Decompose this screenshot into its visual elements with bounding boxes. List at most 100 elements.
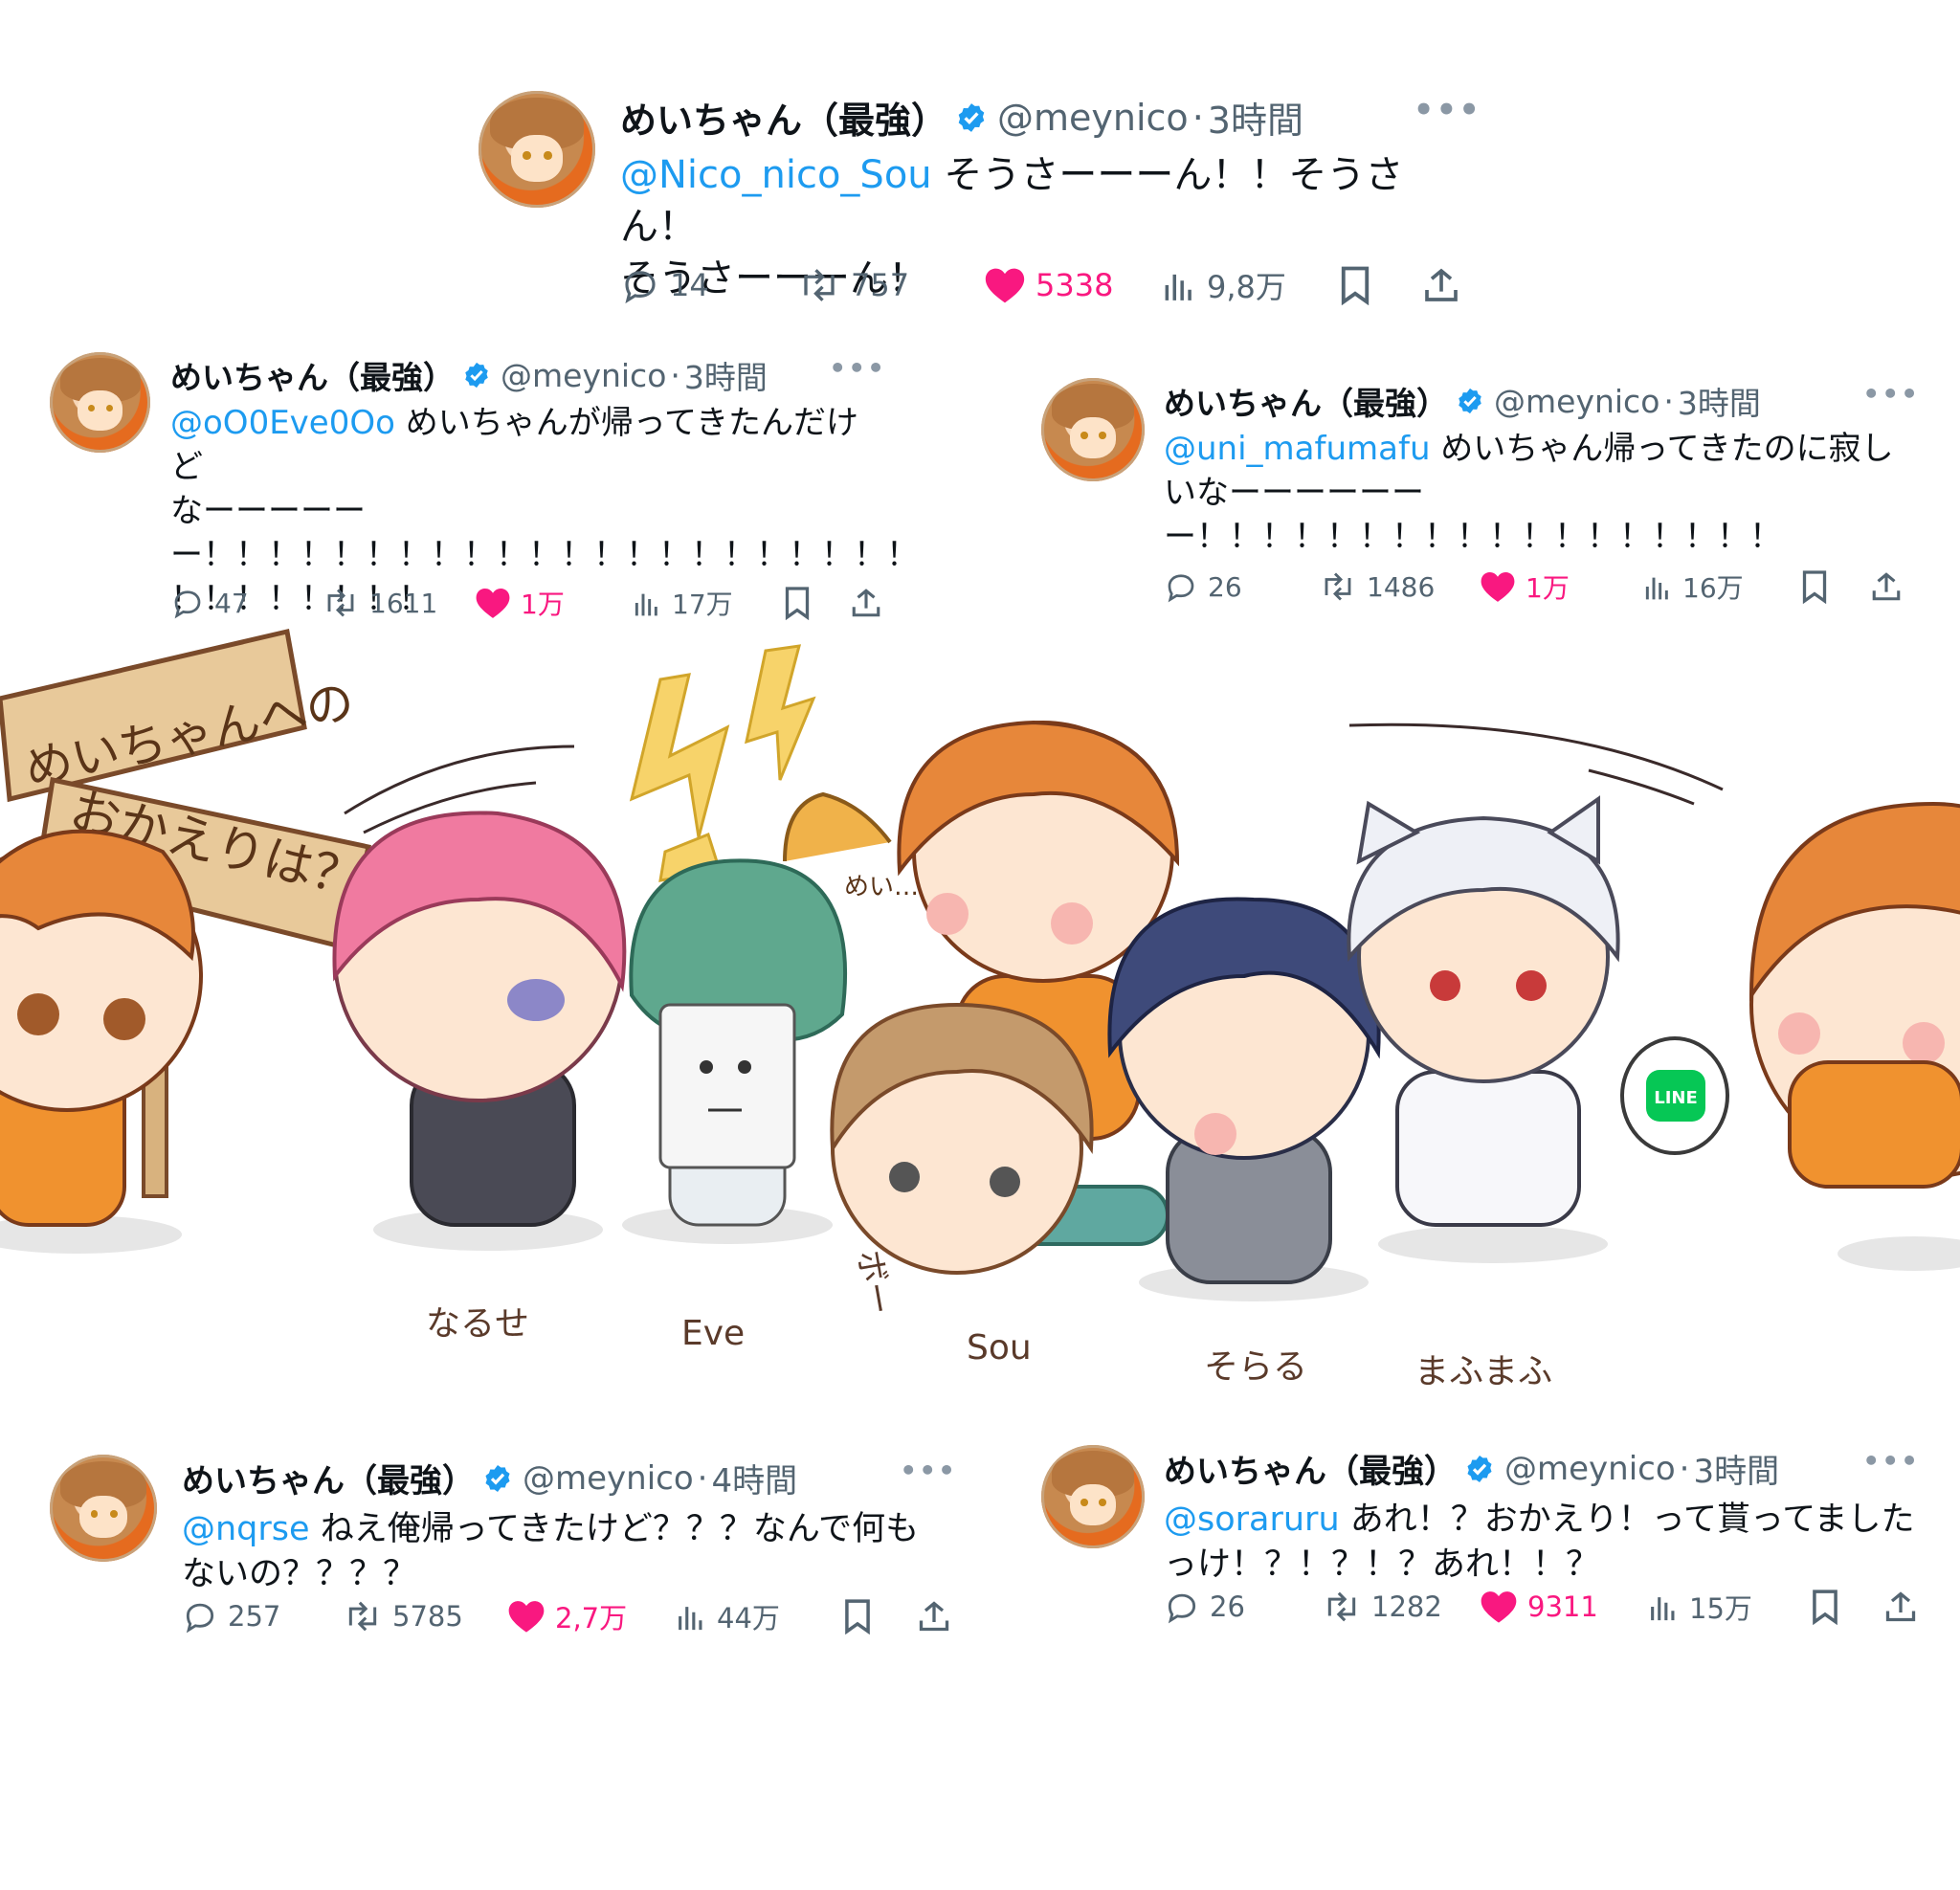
retweet-icon	[1325, 572, 1351, 601]
reply-button[interactable]: 26	[1164, 1589, 1245, 1625]
label-sou: Sou	[967, 1328, 1032, 1367]
avatar[interactable]	[50, 352, 150, 453]
tweet-4[interactable]: めいちゃん（最強） @meynico · 4時間 ••• @nqrse ねえ俺帰…	[50, 1455, 969, 1646]
like-count: 1万	[1526, 572, 1570, 604]
label-narase: なるせ	[426, 1304, 529, 1344]
more-options-icon[interactable]: •••	[829, 352, 886, 384]
timestamp[interactable]: 3時間	[1208, 91, 1303, 144]
character-mei-left	[0, 829, 203, 1254]
views-button[interactable]: 15万	[1647, 1587, 1752, 1627]
heart-icon	[508, 1601, 545, 1633]
view-count: 16万	[1682, 572, 1744, 604]
avatar[interactable]	[1041, 378, 1145, 481]
display-name[interactable]: めいちゃん（最強）	[620, 91, 947, 144]
more-options-icon[interactable]: •••	[1414, 91, 1481, 129]
user-handle[interactable]: @meynico	[523, 1459, 694, 1498]
reply-icon	[186, 1603, 214, 1634]
label-mafumafu: まふまふ	[1414, 1352, 1552, 1391]
bookmark-button[interactable]	[1800, 569, 1829, 604]
tweet-actions: 26 1486 1万 16万	[1164, 569, 1920, 604]
tweet-3[interactable]: めいちゃん（最強） @meynico · 3時間 ••• @uni_mafuma…	[1041, 378, 1931, 627]
share-button[interactable]	[1883, 1589, 1918, 1625]
mention-link[interactable]: @oO0Eve0Oo	[170, 404, 395, 442]
tweet-actions: 26 1282 9311 15万	[1164, 1589, 1920, 1625]
reply-button[interactable]: 257	[182, 1598, 280, 1634]
timestamp[interactable]: 3時間	[1678, 378, 1761, 424]
wooden-sign-1: めいちゃんへの	[0, 628, 359, 803]
avatar[interactable]	[1041, 1445, 1145, 1548]
reply-button[interactable]: 26	[1164, 569, 1242, 604]
share-button[interactable]	[1422, 265, 1460, 305]
mention-link[interactable]: @nqrse	[182, 1510, 310, 1548]
like-button[interactable]: 1万	[1480, 567, 1570, 606]
mention-link[interactable]: @soraruru	[1164, 1501, 1340, 1539]
retweet-button[interactable]: 757	[797, 265, 909, 305]
tweet-2[interactable]: めいちゃん（最強） @meynico · 3時間 ••• @oO0Eve0Oo …	[50, 352, 919, 630]
separator: ·	[697, 1458, 708, 1498]
user-handle[interactable]: @meynico	[997, 97, 1189, 139]
like-button[interactable]: 2,7万	[507, 1596, 627, 1636]
display-name[interactable]: めいちゃん（最強）	[1164, 378, 1448, 424]
view-count: 9,8万	[1207, 269, 1286, 305]
bookmark-icon	[1802, 570, 1827, 604]
bookmark-button[interactable]	[1338, 265, 1372, 305]
views-button[interactable]: 16万	[1642, 567, 1744, 606]
bookmark-button[interactable]	[1810, 1589, 1840, 1625]
retweet-button[interactable]: 1282	[1322, 1589, 1442, 1625]
timestamp[interactable]: 3時間	[684, 352, 768, 398]
retweet-count: 1282	[1371, 1590, 1442, 1623]
reply-count: 14	[670, 267, 709, 303]
views-button[interactable]: 9,8万	[1161, 263, 1286, 307]
retweet-count: 5785	[392, 1600, 463, 1633]
avatar[interactable]	[479, 91, 595, 208]
tweet-text: @uni_mafumafu めいちゃん帰ってきたのに寂し いなーーーーーー ー！…	[1164, 428, 1920, 560]
bookmark-button[interactable]	[842, 1598, 873, 1634]
reply-icon	[1168, 574, 1194, 603]
timestamp[interactable]: 4時間	[711, 1455, 797, 1501]
user-handle[interactable]: @meynico	[501, 357, 666, 394]
like-button[interactable]: 9311	[1480, 1589, 1598, 1625]
retweet-icon	[1327, 1591, 1356, 1622]
retweet-button[interactable]: 1486	[1319, 569, 1435, 604]
label-eve: Eve	[681, 1314, 745, 1353]
bar-chart-icon	[1165, 274, 1192, 300]
bookmark-icon	[1813, 1590, 1838, 1625]
tweet-header: めいちゃん（最強） @meynico · 3時間	[1164, 378, 1920, 424]
user-handle[interactable]: @meynico	[1494, 383, 1659, 420]
avatar[interactable]	[50, 1455, 157, 1562]
share-button[interactable]	[1870, 569, 1903, 604]
tweet-header: めいちゃん（最強） @meynico · 4時間	[182, 1455, 957, 1501]
retweet-count: 1486	[1367, 570, 1436, 603]
bar-chart-icon	[679, 1607, 702, 1631]
reply-count: 26	[1210, 1590, 1245, 1623]
display-name[interactable]: めいちゃん（最強）	[1164, 1445, 1457, 1492]
tweet-text: @nqrse ねえ俺帰ってきたけど？？？なんで何も ないの？？？？	[182, 1507, 957, 1598]
reply-count: 257	[228, 1600, 281, 1633]
retweet-button[interactable]: 5785	[343, 1598, 463, 1634]
retweet-count: 757	[851, 267, 910, 303]
tweet-actions: 14 757 5338 9,8万	[620, 263, 1462, 307]
bookmark-icon	[1341, 266, 1370, 305]
tweet-actions: 257 5785 2,7万 44万	[182, 1598, 957, 1634]
character-mei-right	[1748, 801, 1960, 1271]
mention-link[interactable]: @Nico_nico_Sou	[620, 153, 932, 197]
mention-link[interactable]: @uni_mafumafu	[1164, 430, 1431, 468]
timestamp[interactable]: 3時間	[1693, 1445, 1779, 1492]
share-button[interactable]	[917, 1598, 951, 1634]
reply-button[interactable]: 14	[620, 265, 709, 305]
tweet-5[interactable]: めいちゃん（最強） @meynico · 3時間 ••• @soraruru あ…	[1041, 1445, 1931, 1636]
display-name[interactable]: めいちゃん（最強）	[182, 1455, 475, 1501]
character-eve	[622, 858, 847, 1244]
bookmark-icon	[845, 1599, 870, 1634]
retweet-icon	[804, 269, 835, 301]
user-handle[interactable]: @meynico	[1504, 1450, 1676, 1488]
more-options-icon[interactable]: •••	[1862, 378, 1920, 410]
more-options-icon[interactable]: •••	[1862, 1445, 1920, 1477]
like-button[interactable]: 5338	[984, 265, 1113, 305]
more-options-icon[interactable]: •••	[900, 1455, 957, 1486]
bar-chart-icon	[1645, 577, 1668, 600]
verified-badge-icon	[955, 101, 988, 134]
display-name[interactable]: めいちゃん（最強）	[170, 352, 455, 398]
tweet-1[interactable]: めいちゃん（最強） @meynico · 3時間 ••• @Nico_nico_…	[479, 91, 1480, 321]
views-button[interactable]: 44万	[675, 1596, 780, 1636]
